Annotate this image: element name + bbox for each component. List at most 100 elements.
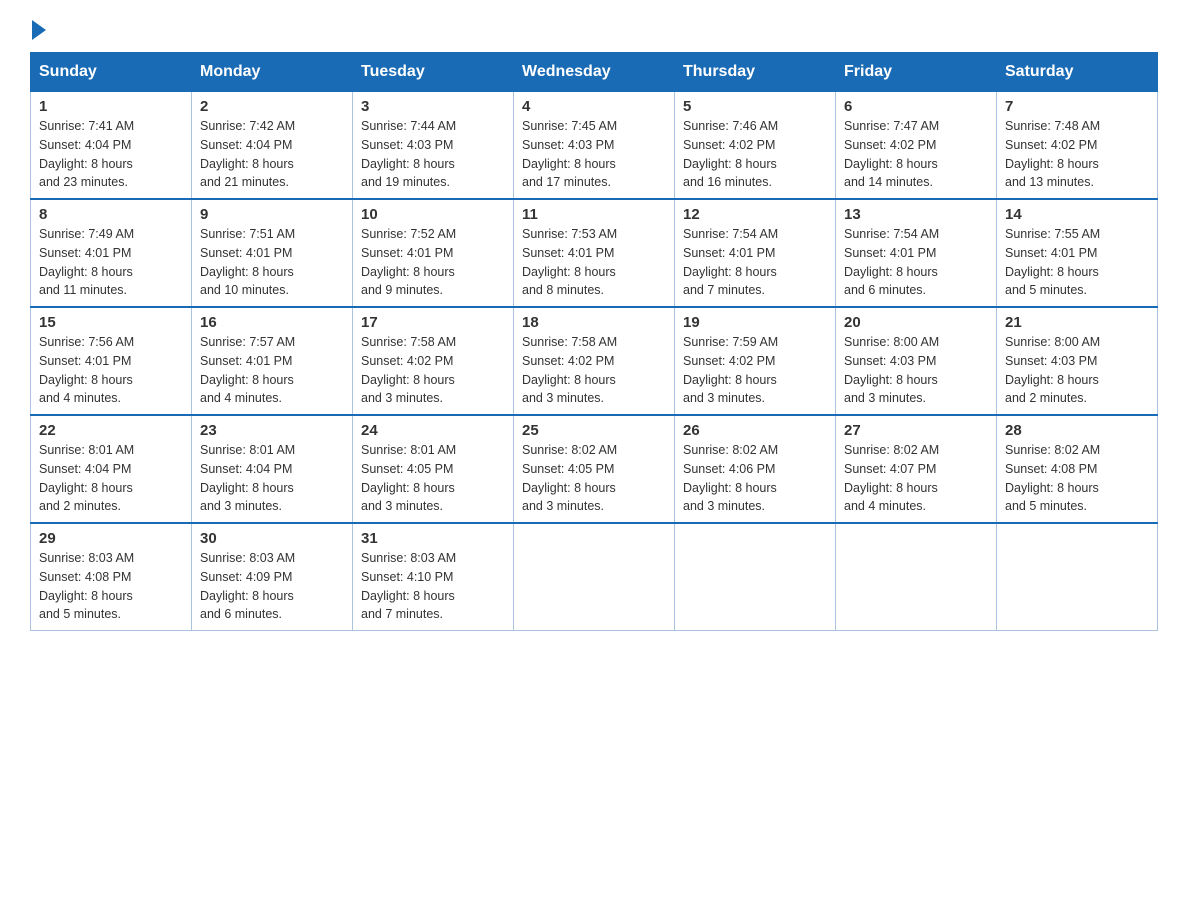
day-number: 17 bbox=[361, 314, 505, 331]
day-info: Sunrise: 7:47 AMSunset: 4:02 PMDaylight:… bbox=[844, 117, 988, 192]
day-number: 18 bbox=[522, 314, 666, 331]
day-number: 5 bbox=[683, 98, 827, 115]
calendar-day-cell: 18 Sunrise: 7:58 AMSunset: 4:02 PMDayligh… bbox=[514, 307, 675, 415]
day-number: 6 bbox=[844, 98, 988, 115]
calendar-day-cell bbox=[836, 523, 997, 631]
day-number: 2 bbox=[200, 98, 344, 115]
day-number: 25 bbox=[522, 422, 666, 439]
day-info: Sunrise: 7:55 AMSunset: 4:01 PMDaylight:… bbox=[1005, 225, 1149, 300]
calendar-day-cell: 3 Sunrise: 7:44 AMSunset: 4:03 PMDaylight… bbox=[353, 92, 514, 200]
calendar-day-cell: 5Sunrise: 7:46 AMSunset: 4:02 PMDaylight… bbox=[675, 92, 836, 200]
day-number: 15 bbox=[39, 314, 183, 331]
calendar-day-cell: 10Sunrise: 7:52 AMSunset: 4:01 PMDayligh… bbox=[353, 199, 514, 307]
day-number: 11 bbox=[522, 206, 666, 223]
calendar-day-cell: 1Sunrise: 7:41 AMSunset: 4:04 PMDaylight… bbox=[31, 92, 192, 200]
calendar-day-cell: 6 Sunrise: 7:47 AMSunset: 4:02 PMDaylight… bbox=[836, 92, 997, 200]
day-number: 3 bbox=[361, 98, 505, 115]
calendar-day-cell bbox=[514, 523, 675, 631]
calendar-day-cell: 16 Sunrise: 7:57 AMSunset: 4:01 PMDayligh… bbox=[192, 307, 353, 415]
calendar-day-cell: 27 Sunrise: 8:02 AMSunset: 4:07 PMDayligh… bbox=[836, 415, 997, 523]
day-number: 12 bbox=[683, 206, 827, 223]
day-number: 27 bbox=[844, 422, 988, 439]
calendar-day-cell: 28 Sunrise: 8:02 AMSunset: 4:08 PMDayligh… bbox=[997, 415, 1158, 523]
calendar-day-cell: 21 Sunrise: 8:00 AMSunset: 4:03 PMDayligh… bbox=[997, 307, 1158, 415]
day-info: Sunrise: 7:54 AMSunset: 4:01 PMDaylight:… bbox=[683, 225, 827, 300]
day-info: Sunrise: 8:03 AMSunset: 4:08 PMDaylight:… bbox=[39, 549, 183, 624]
day-info: Sunrise: 8:02 AMSunset: 4:05 PMDaylight:… bbox=[522, 441, 666, 516]
calendar-day-cell: 29 Sunrise: 8:03 AMSunset: 4:08 PMDayligh… bbox=[31, 523, 192, 631]
day-number: 28 bbox=[1005, 422, 1149, 439]
weekday-header-saturday: Saturday bbox=[997, 53, 1158, 92]
day-info: Sunrise: 7:58 AMSunset: 4:02 PMDaylight:… bbox=[522, 333, 666, 408]
day-number: 19 bbox=[683, 314, 827, 331]
day-number: 21 bbox=[1005, 314, 1149, 331]
day-info: Sunrise: 7:49 AMSunset: 4:01 PMDaylight:… bbox=[39, 225, 183, 300]
calendar-week-row: 8 Sunrise: 7:49 AMSunset: 4:01 PMDaylight… bbox=[31, 199, 1158, 307]
day-info: Sunrise: 8:02 AMSunset: 4:06 PMDaylight:… bbox=[683, 441, 827, 516]
calendar-table: SundayMondayTuesdayWednesdayThursdayFrid… bbox=[30, 52, 1158, 631]
calendar-day-cell: 20Sunrise: 8:00 AMSunset: 4:03 PMDayligh… bbox=[836, 307, 997, 415]
day-number: 4 bbox=[522, 98, 666, 115]
day-info: Sunrise: 8:02 AMSunset: 4:07 PMDaylight:… bbox=[844, 441, 988, 516]
calendar-day-cell: 13Sunrise: 7:54 AMSunset: 4:01 PMDayligh… bbox=[836, 199, 997, 307]
calendar-day-cell: 25 Sunrise: 8:02 AMSunset: 4:05 PMDayligh… bbox=[514, 415, 675, 523]
calendar-day-cell: 7 Sunrise: 7:48 AMSunset: 4:02 PMDaylight… bbox=[997, 92, 1158, 200]
day-info: Sunrise: 7:42 AMSunset: 4:04 PMDaylight:… bbox=[200, 117, 344, 192]
day-number: 7 bbox=[1005, 98, 1149, 115]
day-info: Sunrise: 7:44 AMSunset: 4:03 PMDaylight:… bbox=[361, 117, 505, 192]
calendar-day-cell bbox=[997, 523, 1158, 631]
day-number: 30 bbox=[200, 530, 344, 547]
day-info: Sunrise: 8:03 AMSunset: 4:09 PMDaylight:… bbox=[200, 549, 344, 624]
day-number: 24 bbox=[361, 422, 505, 439]
day-number: 31 bbox=[361, 530, 505, 547]
calendar-day-cell: 15 Sunrise: 7:56 AMSunset: 4:01 PMDayligh… bbox=[31, 307, 192, 415]
calendar-day-cell: 4 Sunrise: 7:45 AMSunset: 4:03 PMDaylight… bbox=[514, 92, 675, 200]
day-number: 20 bbox=[844, 314, 988, 331]
day-info: Sunrise: 7:57 AMSunset: 4:01 PMDaylight:… bbox=[200, 333, 344, 408]
day-info: Sunrise: 7:54 AMSunset: 4:01 PMDaylight:… bbox=[844, 225, 988, 300]
day-info: Sunrise: 8:03 AMSunset: 4:10 PMDaylight:… bbox=[361, 549, 505, 624]
calendar-week-row: 15 Sunrise: 7:56 AMSunset: 4:01 PMDayligh… bbox=[31, 307, 1158, 415]
calendar-day-cell: 14Sunrise: 7:55 AMSunset: 4:01 PMDayligh… bbox=[997, 199, 1158, 307]
calendar-day-cell: 17 Sunrise: 7:58 AMSunset: 4:02 PMDayligh… bbox=[353, 307, 514, 415]
day-info: Sunrise: 8:01 AMSunset: 4:04 PMDaylight:… bbox=[200, 441, 344, 516]
weekday-header-tuesday: Tuesday bbox=[353, 53, 514, 92]
calendar-day-cell: 22 Sunrise: 8:01 AMSunset: 4:04 PMDayligh… bbox=[31, 415, 192, 523]
weekday-header-thursday: Thursday bbox=[675, 53, 836, 92]
calendar-day-cell: 23 Sunrise: 8:01 AMSunset: 4:04 PMDayligh… bbox=[192, 415, 353, 523]
calendar-day-cell: 24 Sunrise: 8:01 AMSunset: 4:05 PMDayligh… bbox=[353, 415, 514, 523]
weekday-header-monday: Monday bbox=[192, 53, 353, 92]
day-info: Sunrise: 8:00 AMSunset: 4:03 PMDaylight:… bbox=[1005, 333, 1149, 408]
day-info: Sunrise: 7:53 AMSunset: 4:01 PMDaylight:… bbox=[522, 225, 666, 300]
day-info: Sunrise: 8:02 AMSunset: 4:08 PMDaylight:… bbox=[1005, 441, 1149, 516]
calendar-day-cell: 12 Sunrise: 7:54 AMSunset: 4:01 PMDayligh… bbox=[675, 199, 836, 307]
calendar-day-cell: 31 Sunrise: 8:03 AMSunset: 4:10 PMDayligh… bbox=[353, 523, 514, 631]
day-number: 23 bbox=[200, 422, 344, 439]
day-info: Sunrise: 8:01 AMSunset: 4:05 PMDaylight:… bbox=[361, 441, 505, 516]
calendar-day-cell: 8 Sunrise: 7:49 AMSunset: 4:01 PMDaylight… bbox=[31, 199, 192, 307]
calendar-day-cell bbox=[675, 523, 836, 631]
day-number: 22 bbox=[39, 422, 183, 439]
calendar-day-cell: 11 Sunrise: 7:53 AMSunset: 4:01 PMDayligh… bbox=[514, 199, 675, 307]
day-info: Sunrise: 7:51 AMSunset: 4:01 PMDaylight:… bbox=[200, 225, 344, 300]
day-number: 26 bbox=[683, 422, 827, 439]
weekday-header-row: SundayMondayTuesdayWednesdayThursdayFrid… bbox=[31, 53, 1158, 92]
day-info: Sunrise: 7:45 AMSunset: 4:03 PMDaylight:… bbox=[522, 117, 666, 192]
day-info: Sunrise: 7:48 AMSunset: 4:02 PMDaylight:… bbox=[1005, 117, 1149, 192]
day-number: 10 bbox=[361, 206, 505, 223]
day-number: 29 bbox=[39, 530, 183, 547]
logo-triangle-icon bbox=[32, 20, 46, 40]
day-number: 9 bbox=[200, 206, 344, 223]
calendar-week-row: 22 Sunrise: 8:01 AMSunset: 4:04 PMDayligh… bbox=[31, 415, 1158, 523]
day-info: Sunrise: 7:58 AMSunset: 4:02 PMDaylight:… bbox=[361, 333, 505, 408]
day-number: 1 bbox=[39, 98, 183, 115]
day-info: Sunrise: 8:01 AMSunset: 4:04 PMDaylight:… bbox=[39, 441, 183, 516]
day-number: 8 bbox=[39, 206, 183, 223]
calendar-day-cell: 9 Sunrise: 7:51 AMSunset: 4:01 PMDaylight… bbox=[192, 199, 353, 307]
weekday-header-sunday: Sunday bbox=[31, 53, 192, 92]
day-info: Sunrise: 7:56 AMSunset: 4:01 PMDaylight:… bbox=[39, 333, 183, 408]
calendar-day-cell: 26 Sunrise: 8:02 AMSunset: 4:06 PMDayligh… bbox=[675, 415, 836, 523]
day-number: 16 bbox=[200, 314, 344, 331]
calendar-week-row: 1Sunrise: 7:41 AMSunset: 4:04 PMDaylight… bbox=[31, 92, 1158, 200]
day-info: Sunrise: 7:59 AMSunset: 4:02 PMDaylight:… bbox=[683, 333, 827, 408]
